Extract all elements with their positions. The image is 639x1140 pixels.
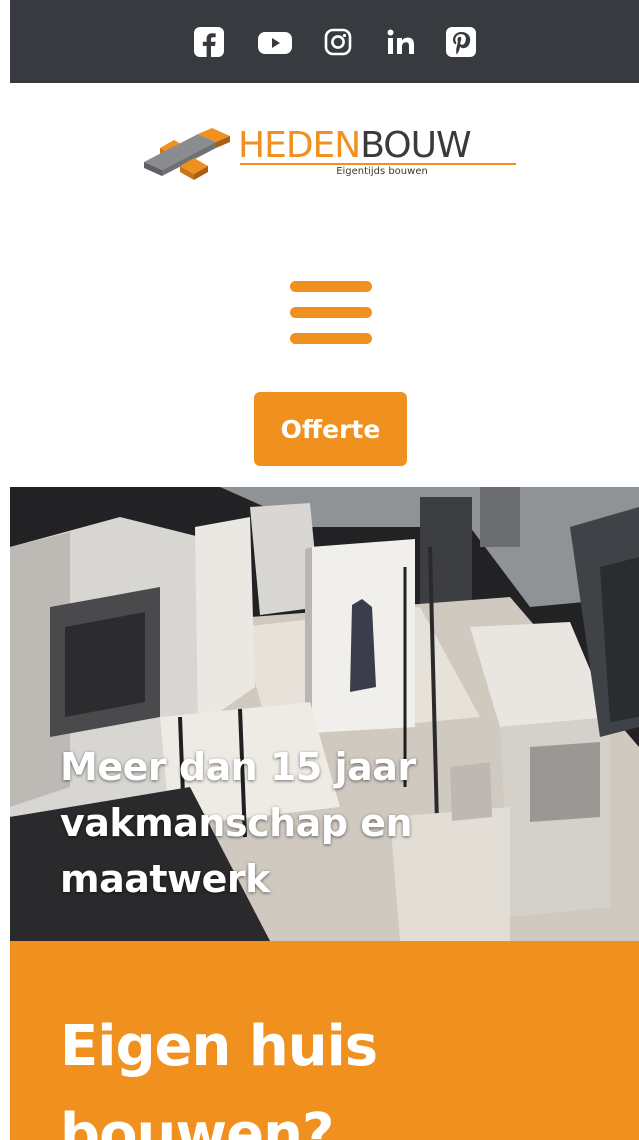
hero-banner: Meer dan 15 jaar vakmanschap en maatwerk	[10, 487, 639, 941]
hamburger-bar	[290, 333, 372, 344]
instagram-icon[interactable]	[323, 27, 353, 57]
youtube-icon[interactable]	[257, 27, 293, 57]
logo-tagline: Eigentijds bouwen	[336, 166, 428, 177]
hamburger-menu-icon[interactable]	[290, 281, 372, 345]
intro-section: Eigen huis bouwen?	[10, 941, 639, 1140]
offerte-button[interactable]: Offerte	[254, 392, 407, 466]
page: HEDENBOUW Eigentijds bouwen Offerte Meer…	[0, 0, 639, 1140]
logo-mark-icon	[144, 128, 230, 180]
logo[interactable]: HEDENBOUW Eigentijds bouwen	[140, 120, 520, 200]
hamburger-bar	[290, 281, 372, 292]
left-edge	[0, 0, 10, 1140]
linkedin-icon[interactable]	[386, 27, 420, 57]
hero-heading: Meer dan 15 jaar vakmanschap en maatwerk	[60, 745, 416, 901]
hamburger-bar	[290, 307, 372, 318]
logo-name-part1: HEDEN	[238, 125, 361, 166]
social-bar	[10, 0, 639, 83]
facebook-icon[interactable]	[194, 27, 224, 57]
logo-wordmark: HEDENBOUW	[238, 125, 472, 166]
pinterest-icon[interactable]	[446, 27, 476, 57]
logo-underline	[240, 163, 516, 165]
logo-name-part2: BOUW	[360, 125, 471, 166]
section-title: Eigen huis bouwen?	[60, 1014, 378, 1140]
